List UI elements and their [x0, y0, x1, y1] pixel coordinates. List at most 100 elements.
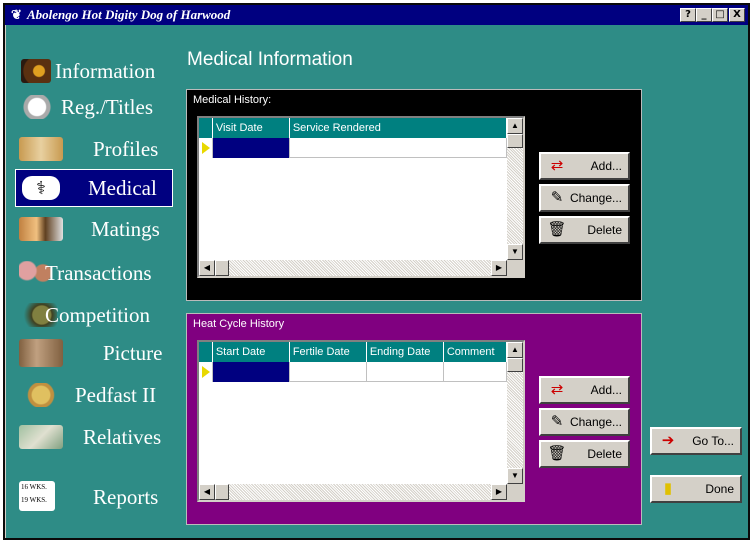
scroll-down-icon[interactable]: ▼ [507, 244, 523, 260]
scroll-up-icon[interactable]: ▲ [507, 118, 523, 134]
scroll-thumb[interactable] [507, 134, 523, 148]
column-service-rendered[interactable]: Service Rendered [290, 118, 507, 138]
sidebar-item-relatives[interactable]: Relatives [15, 419, 173, 455]
current-row-arrow-icon [202, 366, 210, 378]
sidebar-item-label: Profiles [93, 137, 159, 161]
scroll-right-icon[interactable]: ▶ [491, 484, 507, 500]
scroll-down-icon[interactable]: ▼ [507, 468, 523, 484]
sidebar-item-label: Information [55, 59, 156, 83]
delete-button-label: Delete [587, 223, 622, 237]
heat-delete-button[interactable]: 🗑 Delete [539, 440, 630, 468]
heat-change-button[interactable]: ✎ Change... [539, 408, 630, 436]
vertical-scrollbar[interactable]: ▲ ▼ [507, 118, 523, 260]
table-row[interactable] [199, 138, 507, 158]
scroll-left-icon[interactable]: ◀ [199, 484, 215, 500]
scroll-right-icon[interactable]: ▶ [491, 260, 507, 276]
row-indicator [199, 362, 213, 382]
heat-cycle-grid[interactable]: Start Date Fertile Date Ending Date Comm… [197, 340, 525, 502]
page-title: Medical Information [187, 49, 353, 70]
minimize-button[interactable]: _ [696, 8, 712, 22]
sidebar-item-profiles[interactable]: Profiles [15, 131, 173, 167]
sidebar-item-reports[interactable]: 16 WKS. 19 WKS. Reports [15, 479, 173, 515]
scroll-corner [507, 260, 523, 276]
scroll-up-icon[interactable]: ▲ [507, 342, 523, 358]
reports-icon: 16 WKS. 19 WKS. [19, 481, 55, 511]
heat-add-button[interactable]: ⇄ Add... [539, 376, 630, 404]
header-selector [199, 118, 213, 138]
sidebar-item-matings[interactable]: Matings [15, 211, 173, 247]
cat-silhouette-icon [19, 137, 63, 161]
add-record-icon: ⇄ [550, 157, 564, 174]
cell-fertile-date[interactable] [290, 362, 367, 382]
medical-history-title: Medical History: [193, 94, 272, 106]
cell-service-rendered[interactable] [290, 138, 507, 158]
cell-ending-date[interactable] [367, 362, 444, 382]
change-button-label: Change... [569, 415, 622, 429]
row-indicator [199, 138, 213, 158]
sidebar-item-label: Medical [88, 176, 157, 200]
cell-visit-date[interactable] [212, 138, 290, 158]
help-button[interactable]: ? [680, 8, 696, 22]
sidebar-item-medical[interactable]: ⚕ Medical [15, 169, 173, 207]
sidebar-item-information[interactable]: Information [15, 53, 173, 89]
sidebar-item-picture[interactable]: Picture [15, 335, 173, 371]
sidebar-item-label: Reg./Titles [61, 95, 153, 119]
reports-icon-text-1: 16 WKS. [21, 483, 47, 491]
column-visit-date[interactable]: Visit Date [213, 118, 290, 138]
cell-start-date[interactable] [212, 362, 290, 382]
maximize-button[interactable]: □ [712, 8, 728, 22]
sidebar-item-label: Reports [93, 485, 159, 509]
sidebar-item-label: Competition [45, 303, 150, 327]
heat-cycle-title: Heat Cycle History [193, 318, 285, 330]
app-icon: ❦ [11, 7, 22, 22]
goto-button-label: Go To... [692, 434, 734, 448]
done-button[interactable]: ▮ Done [650, 475, 742, 503]
change-record-icon: ✎ [550, 189, 564, 206]
medical-add-button[interactable]: ⇄ Add... [539, 152, 630, 180]
cell-comment[interactable] [444, 362, 507, 382]
close-button[interactable]: X [729, 8, 745, 22]
table-row[interactable] [199, 362, 507, 382]
information-photo-icon [21, 59, 51, 83]
add-button-label: Add... [590, 159, 622, 173]
heat-cycle-panel: Heat Cycle History Start Date Fertile Da… [186, 313, 642, 525]
sidebar-item-competition[interactable]: Competition [15, 297, 173, 333]
delete-button-label: Delete [587, 447, 622, 461]
column-start-date[interactable]: Start Date [213, 342, 290, 362]
caduceus-icon: ⚕ [22, 176, 60, 200]
cats-photo-icon [19, 217, 63, 241]
scroll-corner [507, 484, 523, 500]
title-bar: ❦ Abolengo Hot Digity Dog of Harwood ? _… [5, 5, 748, 25]
window-title: Abolengo Hot Digity Dog of Harwood [27, 7, 231, 22]
grid-header: Visit Date Service Rendered [199, 118, 507, 138]
goto-arrow-icon: ➔ [661, 432, 675, 449]
horizontal-scrollbar[interactable]: ◀ ▶ [199, 260, 507, 276]
goto-button[interactable]: ➔ Go To... [650, 427, 742, 455]
sidebar-item-label: Matings [91, 217, 160, 241]
door-exit-icon: ▮ [663, 480, 673, 497]
horizontal-scrollbar[interactable]: ◀ ▶ [199, 484, 507, 500]
trash-icon: 🗑 [547, 221, 567, 238]
medical-change-button[interactable]: ✎ Change... [539, 184, 630, 212]
column-comment[interactable]: Comment [444, 342, 508, 362]
registration-ribbon-icon [19, 95, 55, 119]
sidebar-item-label: Picture [103, 341, 163, 365]
sidebar-item-pedfast[interactable]: Pedfast II [15, 377, 173, 413]
change-record-icon: ✎ [550, 413, 564, 430]
header-selector [199, 342, 213, 362]
scroll-thumb[interactable] [507, 358, 523, 372]
change-button-label: Change... [569, 191, 622, 205]
sidebar-item-transactions[interactable]: Transactions [15, 255, 173, 291]
column-fertile-date[interactable]: Fertile Date [290, 342, 367, 362]
sidebar-item-label: Transactions [45, 261, 152, 285]
column-ending-date[interactable]: Ending Date [367, 342, 444, 362]
medical-history-grid[interactable]: Visit Date Service Rendered ▲ ▼ ◀ ▶ [197, 116, 525, 278]
sidebar-item-reg-titles[interactable]: Reg./Titles [15, 89, 173, 125]
hscroll-thumb[interactable] [215, 260, 229, 276]
hscroll-thumb[interactable] [215, 484, 229, 500]
medical-delete-button[interactable]: 🗑 Delete [539, 216, 630, 244]
scroll-left-icon[interactable]: ◀ [199, 260, 215, 276]
vertical-scrollbar[interactable]: ▲ ▼ [507, 342, 523, 484]
cat-picture-icon [19, 339, 63, 367]
sidebar-item-label: Pedfast II [75, 383, 157, 407]
